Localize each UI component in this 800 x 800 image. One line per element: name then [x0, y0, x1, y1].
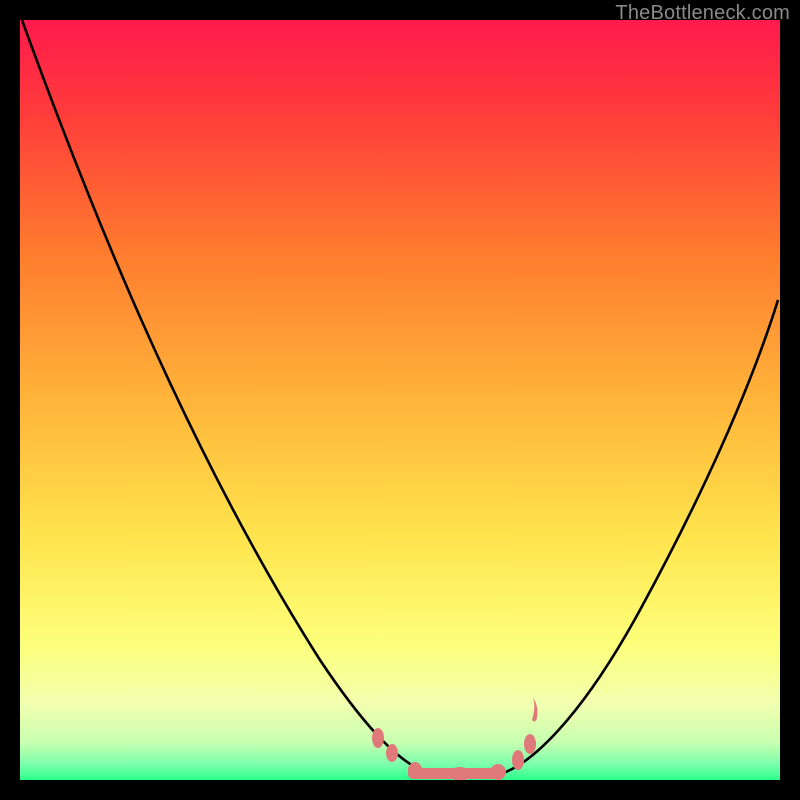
plot-area	[20, 20, 780, 780]
watermark-text: TheBottleneck.com	[615, 2, 790, 25]
bottleneck-curve	[20, 20, 780, 780]
chart-frame: TheBottleneck.com	[0, 0, 800, 800]
